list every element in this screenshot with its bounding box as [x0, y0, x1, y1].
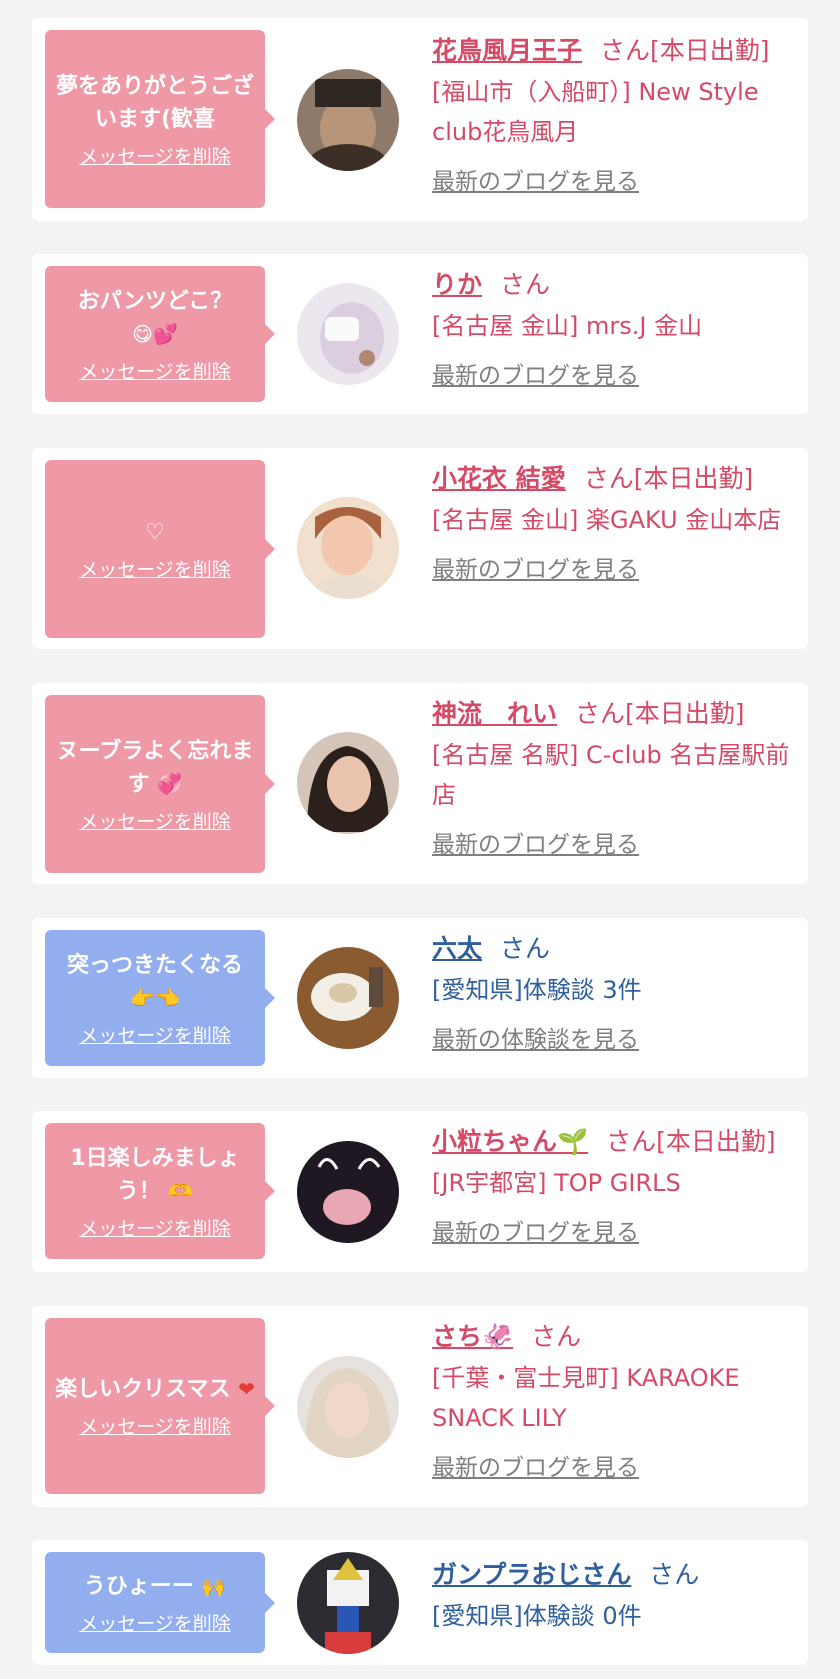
delete-message-link[interactable]: メッセージを削除: [79, 555, 231, 582]
latest-blog-link[interactable]: 最新のブログを見る: [432, 825, 800, 859]
avatar[interactable]: [297, 69, 399, 171]
shop-label[interactable]: [名古屋 金山] mrs.J 金山: [432, 306, 800, 346]
avatar[interactable]: [297, 1356, 399, 1458]
list-item: うひょーー 🙌 メッセージを削除 ガンプラおじさん さん [愛知県]体験談 0件: [32, 1540, 808, 1665]
latest-review-link[interactable]: 最新の体験談を見る: [432, 1020, 800, 1054]
avatar[interactable]: [297, 283, 399, 385]
delete-message-link[interactable]: メッセージを削除: [79, 1021, 231, 1048]
message-text: ♡: [145, 520, 165, 545]
entry-info: ガンプラおじさん さん [愛知県]体験談 0件: [432, 1556, 800, 1636]
name-suffix: さん: [500, 934, 551, 963]
delete-message-link[interactable]: メッセージを削除: [79, 1609, 231, 1636]
delete-message-link[interactable]: メッセージを削除: [79, 807, 231, 834]
entry-info: 小粒ちゃん🌱 さん[本日出勤] [JR宇都宮] TOP GIRLS 最新のブログを…: [432, 1123, 800, 1247]
shop-label[interactable]: [名古屋 金山] 楽GAKU 金山本店: [432, 500, 800, 540]
avatar[interactable]: [297, 732, 399, 834]
avatar[interactable]: [297, 1552, 399, 1654]
list-item: ヌーブラよく忘れます 💞 メッセージを削除 神流 れい さん[本日出勤] [名古屋…: [32, 683, 808, 884]
list-item: 1日楽しみましょう！ 🫶 メッセージを削除 小粒ちゃん🌱 さん[本日出勤] [JR…: [32, 1111, 808, 1272]
message-bubble: うひょーー 🙌 メッセージを削除: [45, 1552, 275, 1653]
message-text-body: ヌーブラよく忘れます: [56, 738, 254, 797]
message-text: うひょーー 🙌: [76, 1570, 235, 1603]
message-text: ヌーブラよく忘れます 💞: [45, 735, 265, 801]
user-name-link[interactable]: ガンプラおじさん: [432, 1560, 631, 1589]
shop-label[interactable]: [JR宇都宮] TOP GIRLS: [432, 1163, 800, 1203]
list-item: 楽しいクリスマス ❤ メッセージを削除 さち🦑 さん [千葉・富士見町] KARA…: [32, 1306, 808, 1507]
name-suffix: さん: [500, 270, 551, 299]
entry-info: 花鳥風月王子 さん[本日出勤] [福山市（入船町）] New Style club…: [432, 32, 800, 196]
cast-name-link[interactable]: 小粒ちゃん🌱: [432, 1127, 588, 1156]
entry-info: りか さん [名古屋 金山] mrs.J 金山 最新のブログを見る: [432, 266, 800, 390]
avatar[interactable]: [297, 1141, 399, 1243]
message-list: 夢をありがとうございます(歓喜 メッセージを削除 花鳥風月王子 さん[本日出勤] …: [0, 0, 840, 1665]
hearts-icon: 💞: [157, 771, 183, 796]
raised-hands-icon: 🙌: [201, 1573, 227, 1598]
cast-name-link[interactable]: 小花衣 結愛: [432, 464, 566, 493]
pointing-fingers-icon: 👉👈: [130, 985, 180, 1010]
heart-icon: ❤: [238, 1377, 255, 1401]
list-item: 夢をありがとうございます(歓喜 メッセージを削除 花鳥風月王子 さん[本日出勤] …: [32, 18, 808, 221]
list-item: 突っつきたくなる 👉👈 メッセージを削除 六太 さん [愛知県]体験談 3件 最新…: [32, 918, 808, 1078]
heart-hands-icon: 🫶: [168, 1178, 194, 1203]
cast-name-link[interactable]: さち🦑: [432, 1322, 513, 1351]
message-text: 夢をありがとうございます(歓喜: [55, 73, 254, 132]
delete-message-link[interactable]: メッセージを削除: [79, 1214, 231, 1241]
message-text-body: うひょーー: [83, 1573, 194, 1599]
latest-blog-link[interactable]: 最新のブログを見る: [432, 1213, 800, 1247]
message-text: 楽しいクリスマス ❤: [47, 1373, 263, 1406]
message-bubble: 夢をありがとうございます(歓喜 メッセージを削除: [45, 30, 275, 208]
shop-label[interactable]: [名古屋 名駅] C-club 名古屋駅前店: [432, 735, 800, 815]
message-text: おパンツどこ？ 😋💕: [45, 285, 265, 351]
message-bubble: 1日楽しみましょう！ 🫶 メッセージを削除: [45, 1123, 275, 1259]
latest-blog-link[interactable]: 最新のブログを見る: [432, 162, 800, 196]
message-bubble: 楽しいクリスマス ❤ メッセージを削除: [45, 1318, 275, 1494]
review-count-label[interactable]: [愛知県]体験談 3件: [432, 970, 800, 1010]
latest-blog-link[interactable]: 最新のブログを見る: [432, 1448, 800, 1482]
message-text-body: おパンツどこ？: [77, 288, 233, 314]
avatar[interactable]: [297, 497, 399, 599]
cast-name-link[interactable]: 神流 れい: [432, 699, 557, 728]
message-bubble: ♡ メッセージを削除: [45, 460, 275, 638]
name-suffix: さん[本日出勤]: [583, 464, 754, 493]
user-name-link[interactable]: 六太: [432, 934, 482, 963]
shop-label[interactable]: [千葉・富士見町] KARAOKE SNACK LILY: [432, 1358, 800, 1438]
shop-label[interactable]: [福山市（入船町）] New Style club花鳥風月: [432, 72, 800, 152]
cast-name-link[interactable]: 花鳥風月王子: [432, 36, 582, 65]
message-text-body: 突っつきたくなる: [66, 952, 243, 978]
name-suffix: さん: [531, 1322, 582, 1351]
message-text: 突っつきたくなる 👉👈: [45, 949, 265, 1015]
name-suffix: さん[本日出勤]: [575, 699, 745, 728]
name-suffix: さん[本日出勤]: [606, 1127, 776, 1156]
name-suffix: さん: [649, 1560, 700, 1589]
entry-info: 神流 れい さん[本日出勤] [名古屋 名駅] C-club 名古屋駅前店 最新の…: [432, 695, 800, 859]
message-text: 1日楽しみましょう！ 🫶: [45, 1142, 265, 1208]
entry-info: さち🦑 さん [千葉・富士見町] KARAOKE SNACK LILY 最新のブロ…: [432, 1318, 800, 1482]
list-item: ♡ メッセージを削除 小花衣 結愛 さん[本日出勤] [名古屋 金山] 楽GAKU…: [32, 448, 808, 649]
review-count-label[interactable]: [愛知県]体験談 0件: [432, 1596, 800, 1636]
delete-message-link[interactable]: メッセージを削除: [79, 1412, 231, 1439]
message-bubble: おパンツどこ？ 😋💕 メッセージを削除: [45, 266, 275, 402]
entry-info: 小花衣 結愛 さん[本日出勤] [名古屋 金山] 楽GAKU 金山本店 最新のブロ…: [432, 460, 800, 584]
message-bubble: ヌーブラよく忘れます 💞 メッセージを削除: [45, 695, 275, 873]
name-suffix: さん[本日出勤]: [600, 36, 770, 65]
delete-message-link[interactable]: メッセージを削除: [79, 142, 231, 169]
latest-blog-link[interactable]: 最新のブログを見る: [432, 356, 800, 390]
entry-info: 六太 さん [愛知県]体験談 3件 最新の体験談を見る: [432, 930, 800, 1054]
avatar[interactable]: [297, 947, 399, 1049]
delete-message-link[interactable]: メッセージを削除: [79, 357, 231, 384]
latest-blog-link[interactable]: 最新のブログを見る: [432, 550, 800, 584]
list-item: おパンツどこ？ 😋💕 メッセージを削除 りか さん [名古屋 金山] mrs.J …: [32, 254, 808, 414]
cast-name-link[interactable]: りか: [432, 270, 482, 299]
emoji-icon: 😋💕: [132, 321, 178, 346]
message-text-body: 1日楽しみましょう！: [70, 1145, 240, 1204]
message-bubble: 突っつきたくなる 👉👈 メッセージを削除: [45, 930, 275, 1066]
message-text-body: 楽しいクリスマス: [55, 1377, 231, 1402]
